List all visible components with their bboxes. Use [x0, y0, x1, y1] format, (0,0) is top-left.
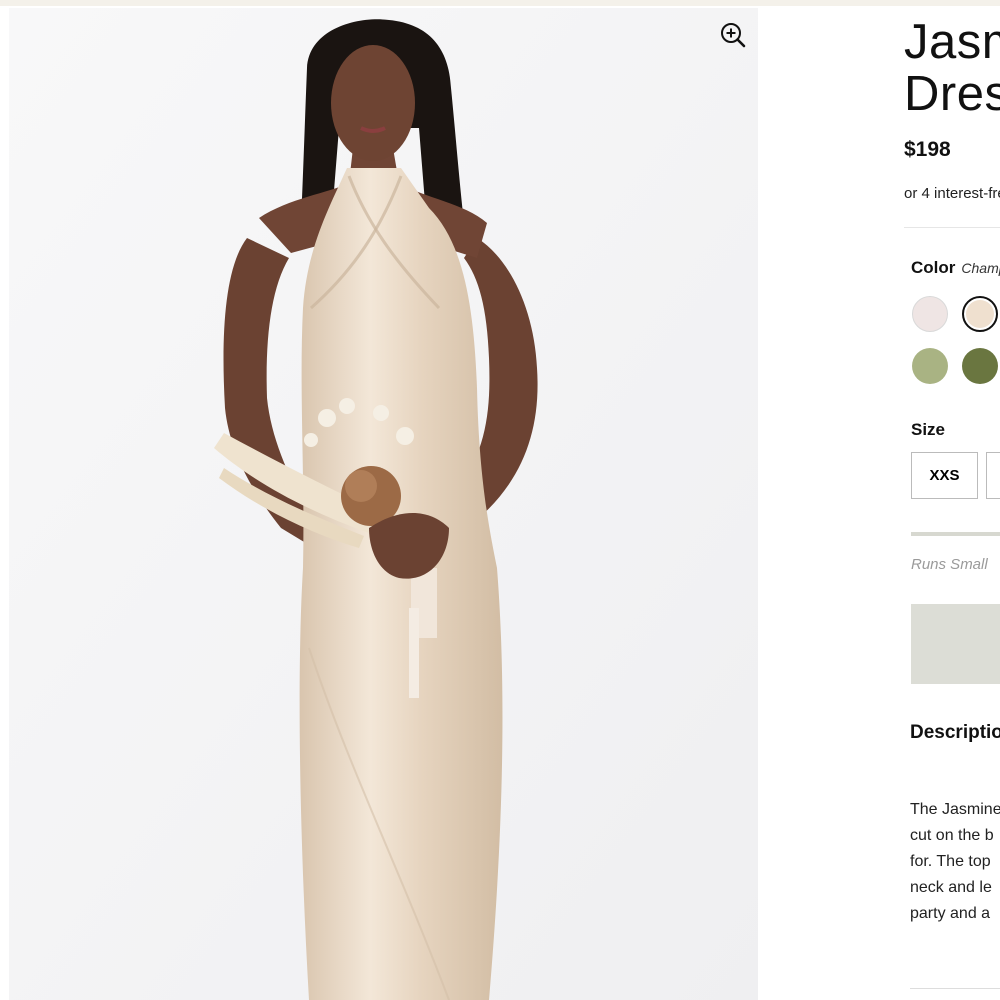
product-price: $198 — [904, 138, 951, 161]
description-line: The Jasmine — [910, 801, 1000, 818]
description-line: cut on the b — [910, 827, 994, 844]
product-title: Jasmine Dress — [904, 16, 1000, 120]
description-line: for. The top — [910, 853, 991, 870]
zoom-button[interactable] — [716, 18, 750, 52]
product-title-line2: Dress — [904, 67, 1000, 121]
color-swatch-sage[interactable] — [912, 348, 948, 384]
product-image[interactable] — [9, 8, 758, 1000]
zoom-in-icon — [721, 23, 746, 48]
size-option-xs[interactable]: XS — [986, 452, 1000, 499]
size-option-xxs[interactable]: XXS — [911, 452, 978, 499]
color-swatch-blush[interactable] — [912, 296, 948, 332]
size-guide-bar — [911, 532, 1000, 536]
description-text: The Jasmine cut on the b for. The top ne… — [910, 797, 1000, 927]
size-label: Size — [911, 420, 946, 439]
description-line: neck and le — [910, 879, 992, 896]
product-info-panel: Jasmine Dress $198 or 4 interest-free pa… — [904, 0, 1000, 1000]
color-swatch-olive[interactable] — [962, 348, 998, 384]
fit-note: Runs Small — [911, 556, 988, 573]
divider — [910, 988, 1000, 989]
description-heading[interactable]: Description — [910, 722, 1000, 744]
installments-text[interactable]: or 4 interest-free payments — [904, 185, 1000, 202]
description-line: party and a — [910, 905, 991, 922]
top-accent-line — [0, 0, 1000, 6]
add-to-bag-button[interactable] — [911, 604, 1000, 684]
color-selected-name: Champagne — [961, 260, 1000, 276]
product-photo — [9, 8, 758, 1000]
color-label: Color Champagne — [911, 258, 1000, 278]
divider — [904, 227, 1000, 228]
color-label-text: Color — [911, 258, 956, 277]
product-title-line1: Jasmine — [904, 15, 1000, 69]
color-swatch-champagne[interactable] — [962, 296, 998, 332]
